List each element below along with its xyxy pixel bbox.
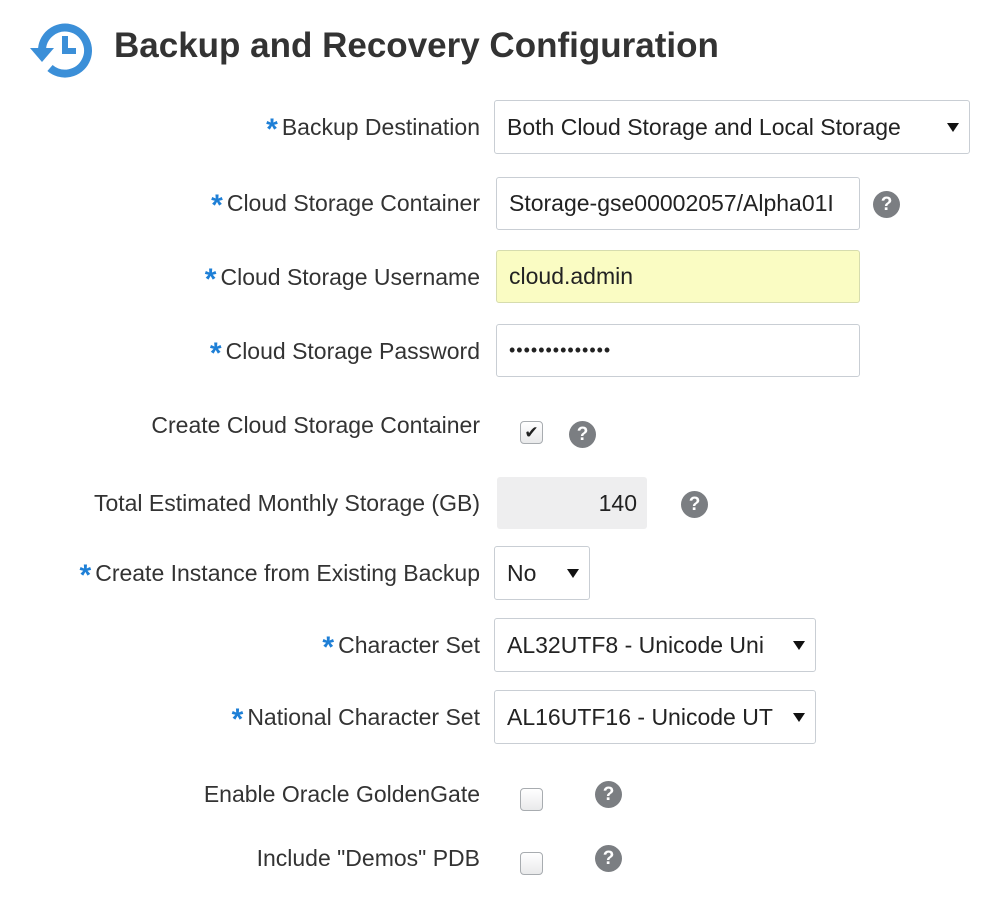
create-instance-from-existing-backup-label: * Create Instance from Existing Backup bbox=[79, 559, 480, 592]
required-marker: * bbox=[266, 113, 278, 146]
cloud-storage-username-input[interactable]: cloud.admin bbox=[496, 250, 860, 303]
enable-oracle-goldengate-checkbox[interactable] bbox=[520, 788, 543, 811]
page-title: Backup and Recovery Configuration bbox=[114, 26, 719, 65]
cloud-storage-container-label: * Cloud Storage Container bbox=[211, 189, 480, 222]
total-estimated-monthly-storage-value: 140 bbox=[497, 477, 647, 529]
backup-restore-clock-icon bbox=[30, 23, 92, 78]
character-set-label: * Character Set bbox=[322, 631, 480, 664]
create-instance-from-existing-backup-select[interactable]: No bbox=[494, 546, 590, 600]
include-demos-pdb-checkbox[interactable] bbox=[520, 852, 543, 875]
chevron-down-icon bbox=[793, 641, 805, 650]
required-marker: * bbox=[79, 559, 92, 592]
required-marker: * bbox=[231, 703, 244, 736]
enable-oracle-goldengate-label: Enable Oracle GoldenGate bbox=[203, 781, 480, 807]
create-cloud-storage-container-label: Create Cloud Storage Container bbox=[151, 412, 480, 438]
chevron-down-icon bbox=[793, 713, 805, 722]
chevron-down-icon bbox=[567, 569, 579, 578]
checkmark-icon: ✔ bbox=[524, 423, 539, 442]
national-character-set-select[interactable]: AL16UTF16 - Unicode UT bbox=[494, 690, 816, 744]
total-estimated-monthly-storage-label: Total Estimated Monthly Storage (GB) bbox=[93, 490, 480, 516]
help-icon[interactable]: ? bbox=[595, 845, 622, 872]
required-marker: * bbox=[211, 189, 223, 222]
required-marker: * bbox=[204, 263, 217, 296]
character-set-select[interactable]: AL32UTF8 - Unicode Uni bbox=[494, 618, 816, 672]
cloud-storage-username-label: * Cloud Storage Username bbox=[204, 263, 480, 296]
cloud-storage-password-input[interactable]: •••••••••••••• bbox=[496, 324, 860, 377]
help-icon[interactable]: ? bbox=[595, 781, 622, 808]
help-icon[interactable]: ? bbox=[681, 491, 708, 518]
help-icon[interactable]: ? bbox=[569, 421, 596, 448]
chevron-down-icon bbox=[947, 123, 959, 132]
required-marker: * bbox=[322, 631, 335, 664]
create-cloud-storage-container-checkbox[interactable]: ✔ bbox=[520, 421, 543, 444]
cloud-storage-password-label: * Cloud Storage Password bbox=[209, 337, 480, 370]
cloud-storage-container-input[interactable]: Storage-gse00002057/Alpha01I bbox=[496, 177, 860, 230]
required-marker: * bbox=[209, 337, 222, 370]
help-icon[interactable]: ? bbox=[873, 191, 900, 218]
national-character-set-label: * National Character Set bbox=[231, 703, 480, 736]
backup-destination-label: * Backup Destination bbox=[266, 113, 480, 146]
backup-destination-select[interactable]: Both Cloud Storage and Local Storage bbox=[494, 100, 970, 154]
include-demos-pdb-label: Include "Demos" PDB bbox=[256, 845, 480, 871]
